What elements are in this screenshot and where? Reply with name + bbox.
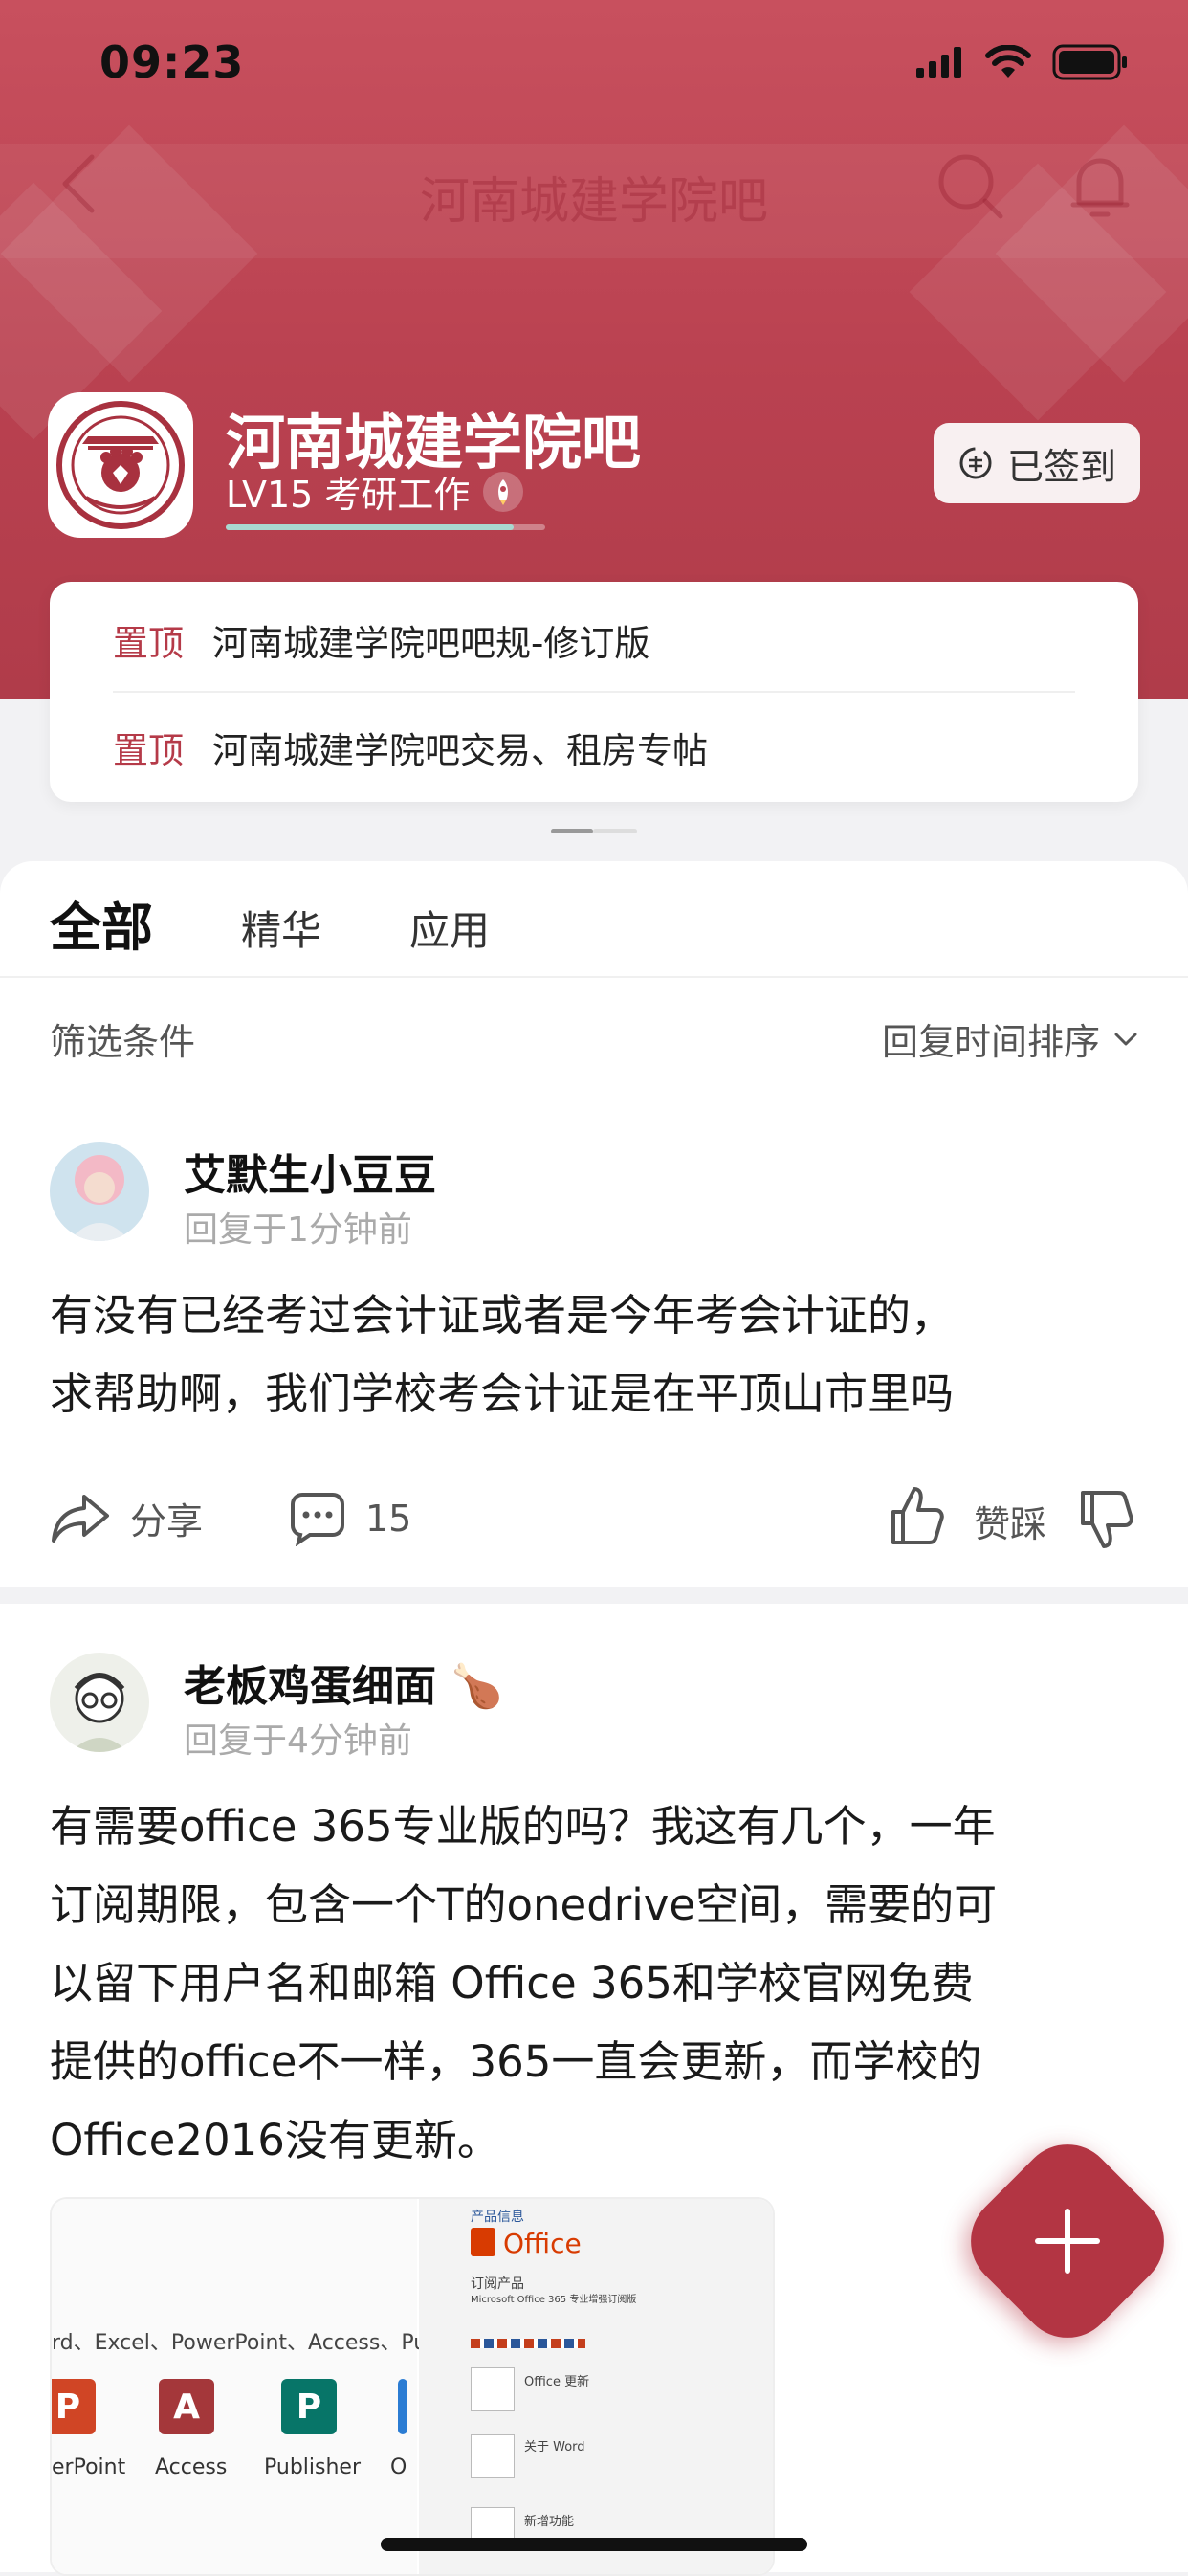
post-text-line: 有没有已经考过会计证或者是今年考会计证的， xyxy=(50,1290,955,1341)
battery-icon xyxy=(1052,44,1127,80)
outlook-icon xyxy=(398,2379,407,2434)
search-button[interactable] xyxy=(935,151,1004,224)
bell-icon xyxy=(1070,158,1130,217)
image-text: 新增功能 xyxy=(524,2515,575,2529)
pinned-title: 河南城建学院吧吧规-修订版 xyxy=(212,623,650,664)
app-label: Access xyxy=(155,2455,228,2479)
search-icon xyxy=(938,154,1003,219)
pinned-post[interactable]: 置顶 河南城建学院吧吧规-修订版 xyxy=(113,588,649,693)
post-content[interactable]: 有没有已经考过会计证或者是今年考会计证的， 求帮助啊，我们学校考会计证是在平顶山… xyxy=(50,1277,1140,1433)
app-label: erPoint xyxy=(52,2455,126,2479)
rocket-icon xyxy=(483,471,524,512)
publisher-icon: P xyxy=(281,2379,337,2434)
post-text-line: 订阅期限，包含一个T的onedrive空间，需要的可 xyxy=(50,1879,998,1930)
share-label: 分享 xyxy=(130,1499,204,1543)
pinned-tag: 置顶 xyxy=(113,623,184,664)
pinned-tag: 置顶 xyxy=(113,730,184,771)
post-image[interactable]: rd、Excel、PowerPoint、Access、Publisher P A… xyxy=(52,2199,497,2574)
comment-count: 15 xyxy=(365,1498,412,1540)
divider xyxy=(0,976,1188,978)
image-text: Office xyxy=(503,2228,582,2259)
divider xyxy=(113,691,1075,693)
plus-icon xyxy=(1035,2209,1100,2274)
office-logo-icon xyxy=(471,2228,495,2256)
pinned-post[interactable]: 置顶 河南城建学院吧交易、租房专帖 xyxy=(113,695,708,800)
app-label: Publisher xyxy=(264,2455,361,2479)
post-separator xyxy=(0,1587,1188,1604)
vote-label: 赞踩 xyxy=(974,1503,1047,1545)
avatar-image xyxy=(50,1653,149,1752)
page-indicator xyxy=(551,829,637,833)
post-image[interactable]: 产品信息 Office 订阅产品 Microsoft Office 365 专业… xyxy=(419,2199,773,2574)
status-icons xyxy=(916,44,1129,80)
pinned-posts-card: 置顶 河南城建学院吧吧规-修订版 置顶 河南城建学院吧交易、租房专帖 xyxy=(50,582,1138,802)
forum-logo[interactable] xyxy=(48,392,193,538)
avatar[interactable] xyxy=(50,1653,149,1752)
update-icon xyxy=(471,2367,515,2411)
image-text: Microsoft Office 365 专业增强订阅版 xyxy=(471,2295,637,2305)
author-name[interactable]: 艾默生小豆豆 xyxy=(184,1141,436,1202)
author-name[interactable]: 老板鸡蛋细面 🍗 xyxy=(184,1652,503,1713)
signin-label: 已签到 xyxy=(1006,445,1116,488)
university-seal-logo xyxy=(56,401,185,529)
status-time: 09:23 xyxy=(99,36,245,88)
tab-featured[interactable]: 精华 xyxy=(241,899,321,957)
sort-dropdown[interactable]: 回复时间排序 xyxy=(882,1012,1138,1065)
image-text: Office 更新 xyxy=(524,2375,590,2389)
post-content[interactable]: 有需要office 365专业版的吗？我这有几个，一年 订阅期限，包含一个T的o… xyxy=(50,1788,1140,2180)
comment-icon xyxy=(291,1493,344,1546)
level-progress-bar xyxy=(226,524,545,530)
signin-button[interactable]: 已签到 xyxy=(934,423,1140,503)
post-text-line: 提供的office不一样，365一直会更新，而学校的 xyxy=(50,2036,982,2087)
post-time: 回复于1分钟前 xyxy=(184,1210,412,1250)
tab-all[interactable]: 全部 xyxy=(50,885,153,961)
filter-button[interactable]: 筛选条件 xyxy=(50,1012,195,1065)
author-name-text: 老板鸡蛋细面 xyxy=(184,1662,436,1711)
wifi-icon xyxy=(985,45,1031,78)
level-text: LV15 考研工作 xyxy=(226,474,471,516)
comment-button[interactable]: 15 xyxy=(289,1491,411,1546)
like-button[interactable] xyxy=(888,1485,945,1546)
avatar-image xyxy=(50,1142,149,1241)
pinned-title: 河南城建学院吧交易、租房专帖 xyxy=(212,730,708,771)
post-actions: 分享 15 赞踩 xyxy=(0,1472,1188,1567)
nav-title: 河南城建学院吧 xyxy=(419,173,768,231)
image-text: 订阅产品 xyxy=(471,2276,524,2292)
page-dot-active xyxy=(551,829,593,833)
dislike-button[interactable] xyxy=(1077,1489,1134,1550)
post-text-line: 有需要office 365专业版的吗？我这有几个，一年 xyxy=(50,1801,996,1852)
share-button[interactable]: 分享 xyxy=(50,1491,203,1544)
page-dot xyxy=(593,829,637,833)
home-indicator[interactable] xyxy=(381,2538,807,2551)
thumbs-up-icon xyxy=(891,1487,944,1544)
chevron-down-icon xyxy=(1114,1033,1137,1045)
share-icon xyxy=(52,1495,109,1543)
post-text-line: 以留下用户名和邮箱 Office 365和学校官网免费 xyxy=(50,1958,974,2009)
tab-apps[interactable]: 应用 xyxy=(409,899,490,957)
access-icon: A xyxy=(159,2379,214,2434)
app-label: O xyxy=(390,2455,407,2479)
tab-bar: 全部 精华 应用 xyxy=(50,885,578,961)
image-text: 关于 Word xyxy=(524,2440,585,2454)
sort-label: 回复时间排序 xyxy=(881,1021,1100,1063)
checkin-icon xyxy=(959,447,992,479)
level-progress-fill xyxy=(226,524,514,530)
about-icon xyxy=(471,2434,515,2478)
post-time: 回复于4分钟前 xyxy=(184,1721,412,1761)
image-text: 产品信息 xyxy=(471,2210,524,2225)
new-post-button-icon-wrap[interactable] xyxy=(985,2159,1150,2323)
author-emoji: 🍗 xyxy=(451,1662,504,1711)
signal-icon xyxy=(916,47,961,78)
thumbs-down-icon xyxy=(1081,1491,1133,1548)
post-text-line: Office2016没有更新。 xyxy=(50,2115,500,2165)
powerpoint-icon: P xyxy=(52,2379,96,2434)
app-icons-row xyxy=(471,2339,585,2348)
post-images[interactable]: rd、Excel、PowerPoint、Access、Publisher P A… xyxy=(50,2197,775,2576)
notification-button[interactable] xyxy=(1069,151,1131,224)
avatar[interactable] xyxy=(50,1142,149,1241)
post-text-line: 求帮助啊，我们学校考会计证是在平顶山市里吗 xyxy=(50,1368,955,1419)
forum-level: LV15 考研工作 xyxy=(226,465,524,518)
